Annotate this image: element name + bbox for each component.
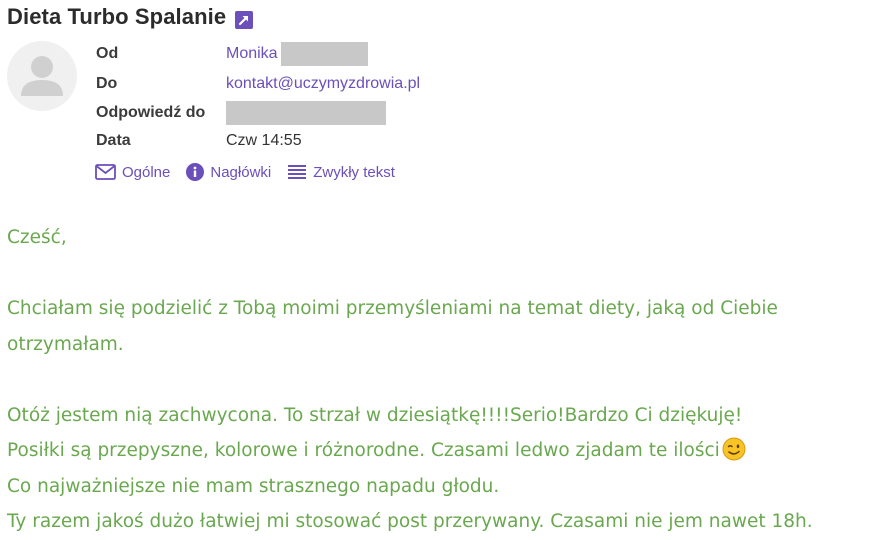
view-general-button[interactable]: Ogólne	[95, 164, 170, 181]
date-label: Data	[96, 132, 131, 149]
wink-emoji-icon	[722, 437, 746, 461]
view-headers-label: Nagłówki	[210, 163, 272, 181]
body-line: otrzymałam.	[7, 333, 124, 355]
email-subject: Dieta Turbo Spalanie	[7, 4, 254, 30]
header-date-row: Data Czw 14:55	[96, 130, 302, 152]
from-value[interactable]: Monika	[226, 45, 278, 63]
from-label: Od	[96, 45, 119, 62]
subject-text: Dieta Turbo Spalanie	[7, 4, 227, 29]
body-greeting: Cześć,	[7, 227, 67, 248]
to-label: Do	[96, 75, 118, 92]
body-line: Otóż jestem nią zachwycona. To strzał w …	[7, 404, 743, 426]
body-line: Co najważniejsze nie mam strasznego napa…	[7, 475, 500, 497]
reply-label: Odpowiedź do	[96, 104, 206, 121]
body-line: Chciałam się podzielić z Tobą moimi prze…	[7, 298, 778, 319]
date-value: Czw 14:55	[226, 132, 302, 149]
header-from-row: Od Monika	[96, 42, 368, 66]
message-body: Cześć, Chciałam się podzielić z Tobą moi…	[7, 220, 877, 540]
header-reply-row: Odpowiedź do	[96, 101, 386, 125]
header-to-row: Do kontakt@uczymyzdrowia.pl	[96, 73, 420, 95]
envelope-icon	[95, 164, 116, 180]
view-headers-button[interactable]: Nagłówki	[186, 163, 271, 181]
view-general-label: Ogólne	[122, 163, 171, 181]
avatar-icon	[7, 41, 77, 111]
body-line: Ty razem jakoś dużo łatwiej mi stosować …	[7, 511, 813, 532]
view-plain-label: Zwykły tekst	[313, 163, 395, 181]
lines-icon	[288, 165, 307, 179]
body-line-with-emoji: Posiłki są przepyszne, kolorowe i różnor…	[7, 433, 877, 469]
external-link-icon[interactable]	[235, 9, 254, 29]
to-value[interactable]: kontakt@uczymyzdrowia.pl	[226, 75, 420, 93]
view-plain-button[interactable]: Zwykły tekst	[287, 164, 395, 181]
info-icon	[186, 163, 205, 181]
body-line: Posiłki są przepyszne, kolorowe i różnor…	[7, 440, 720, 461]
view-switcher: Ogólne Nagłówki Zwykły tekst	[95, 163, 411, 181]
redacted-block	[226, 101, 386, 125]
redacted-block	[280, 42, 368, 66]
